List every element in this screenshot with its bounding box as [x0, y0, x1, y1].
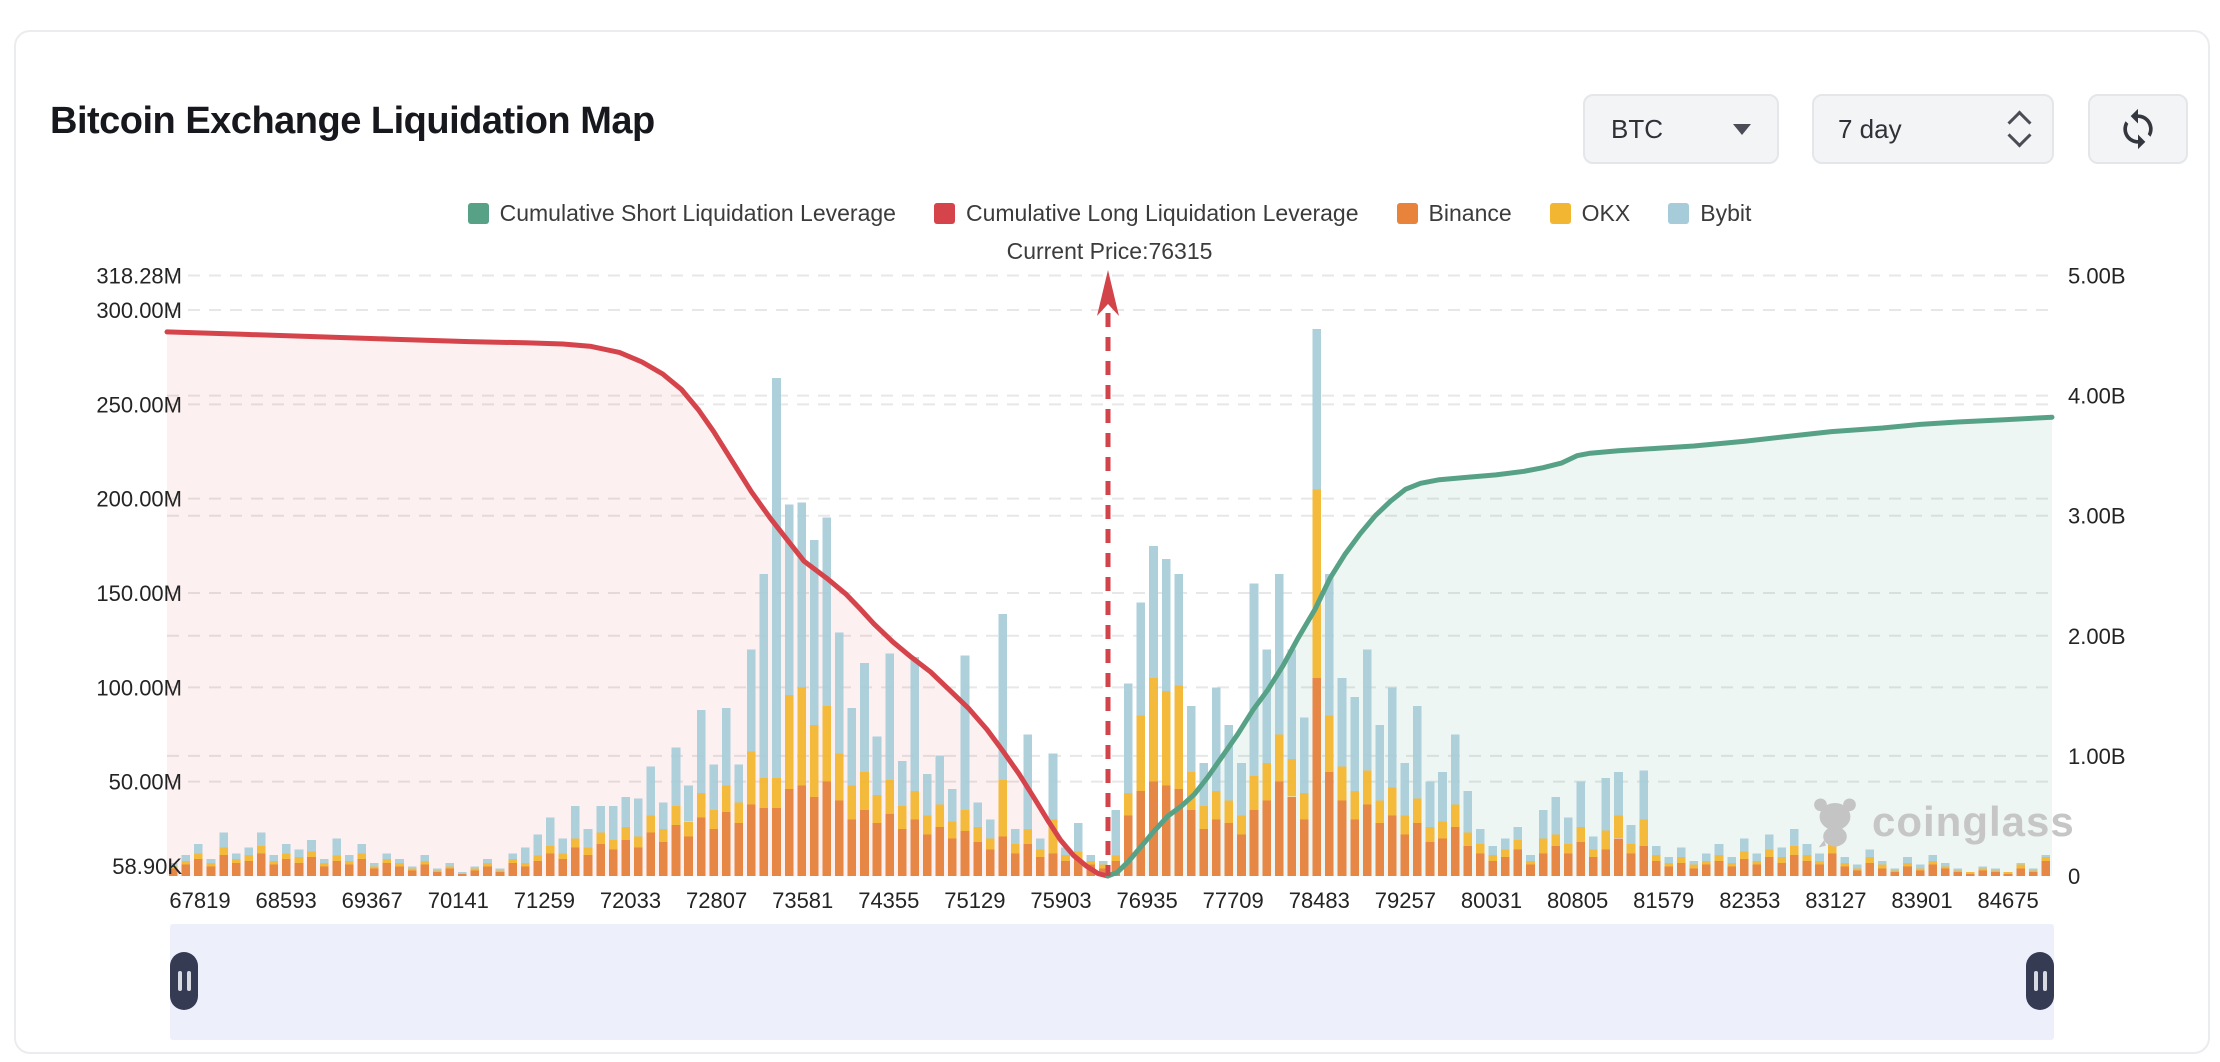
- svg-text:4.00B: 4.00B: [2068, 384, 2126, 409]
- svg-text:68593: 68593: [256, 888, 317, 913]
- svg-text:318.28M: 318.28M: [96, 264, 182, 289]
- svg-text:73581: 73581: [772, 888, 833, 913]
- svg-text:80031: 80031: [1461, 888, 1522, 913]
- svg-text:69367: 69367: [342, 888, 403, 913]
- svg-text:200.00M: 200.00M: [96, 487, 182, 512]
- chart-range-scrollbar[interactable]: [170, 924, 2054, 1040]
- svg-text:1.00B: 1.00B: [2068, 744, 2126, 769]
- svg-text:150.00M: 150.00M: [96, 581, 182, 606]
- svg-text:82353: 82353: [1719, 888, 1780, 913]
- liquidation-chart-canvas[interactable]: 318.28M 300.00M 250.00M 200.00M 150.00M 100.0…: [0, 0, 2220, 1062]
- svg-text:0: 0: [2068, 864, 2080, 889]
- svg-text:83127: 83127: [1805, 888, 1866, 913]
- svg-text:50.00M: 50.00M: [109, 770, 182, 795]
- current-price-line: [1097, 270, 1119, 876]
- watermark-text: coinglass: [1872, 798, 2075, 846]
- scrollbar-right-handle[interactable]: [2026, 952, 2054, 1010]
- svg-text:83901: 83901: [1891, 888, 1952, 913]
- coinglass-bear-icon: [1806, 793, 1864, 851]
- svg-text:70141: 70141: [428, 888, 489, 913]
- svg-text:75903: 75903: [1030, 888, 1091, 913]
- svg-text:71259: 71259: [514, 888, 575, 913]
- svg-text:300.00M: 300.00M: [96, 298, 182, 323]
- svg-text:74355: 74355: [858, 888, 919, 913]
- svg-text:79257: 79257: [1375, 888, 1436, 913]
- svg-text:84675: 84675: [1978, 888, 2039, 913]
- svg-text:72033: 72033: [600, 888, 661, 913]
- svg-text:250.00M: 250.00M: [96, 392, 182, 417]
- svg-text:5.00B: 5.00B: [2068, 264, 2126, 289]
- svg-text:3.00B: 3.00B: [2068, 504, 2126, 529]
- svg-text:78483: 78483: [1289, 888, 1350, 913]
- svg-text:77709: 77709: [1203, 888, 1264, 913]
- svg-text:2.00B: 2.00B: [2068, 624, 2126, 649]
- scrollbar-left-handle[interactable]: [170, 952, 198, 1010]
- svg-text:72807: 72807: [686, 888, 747, 913]
- svg-text:100.00M: 100.00M: [96, 675, 182, 700]
- watermark: coinglass: [1806, 793, 2075, 851]
- svg-text:58.90K: 58.90K: [112, 854, 182, 879]
- svg-text:67819: 67819: [169, 888, 230, 913]
- svg-text:76935: 76935: [1117, 888, 1178, 913]
- svg-text:75129: 75129: [944, 888, 1005, 913]
- svg-text:80805: 80805: [1547, 888, 1608, 913]
- svg-text:81579: 81579: [1633, 888, 1694, 913]
